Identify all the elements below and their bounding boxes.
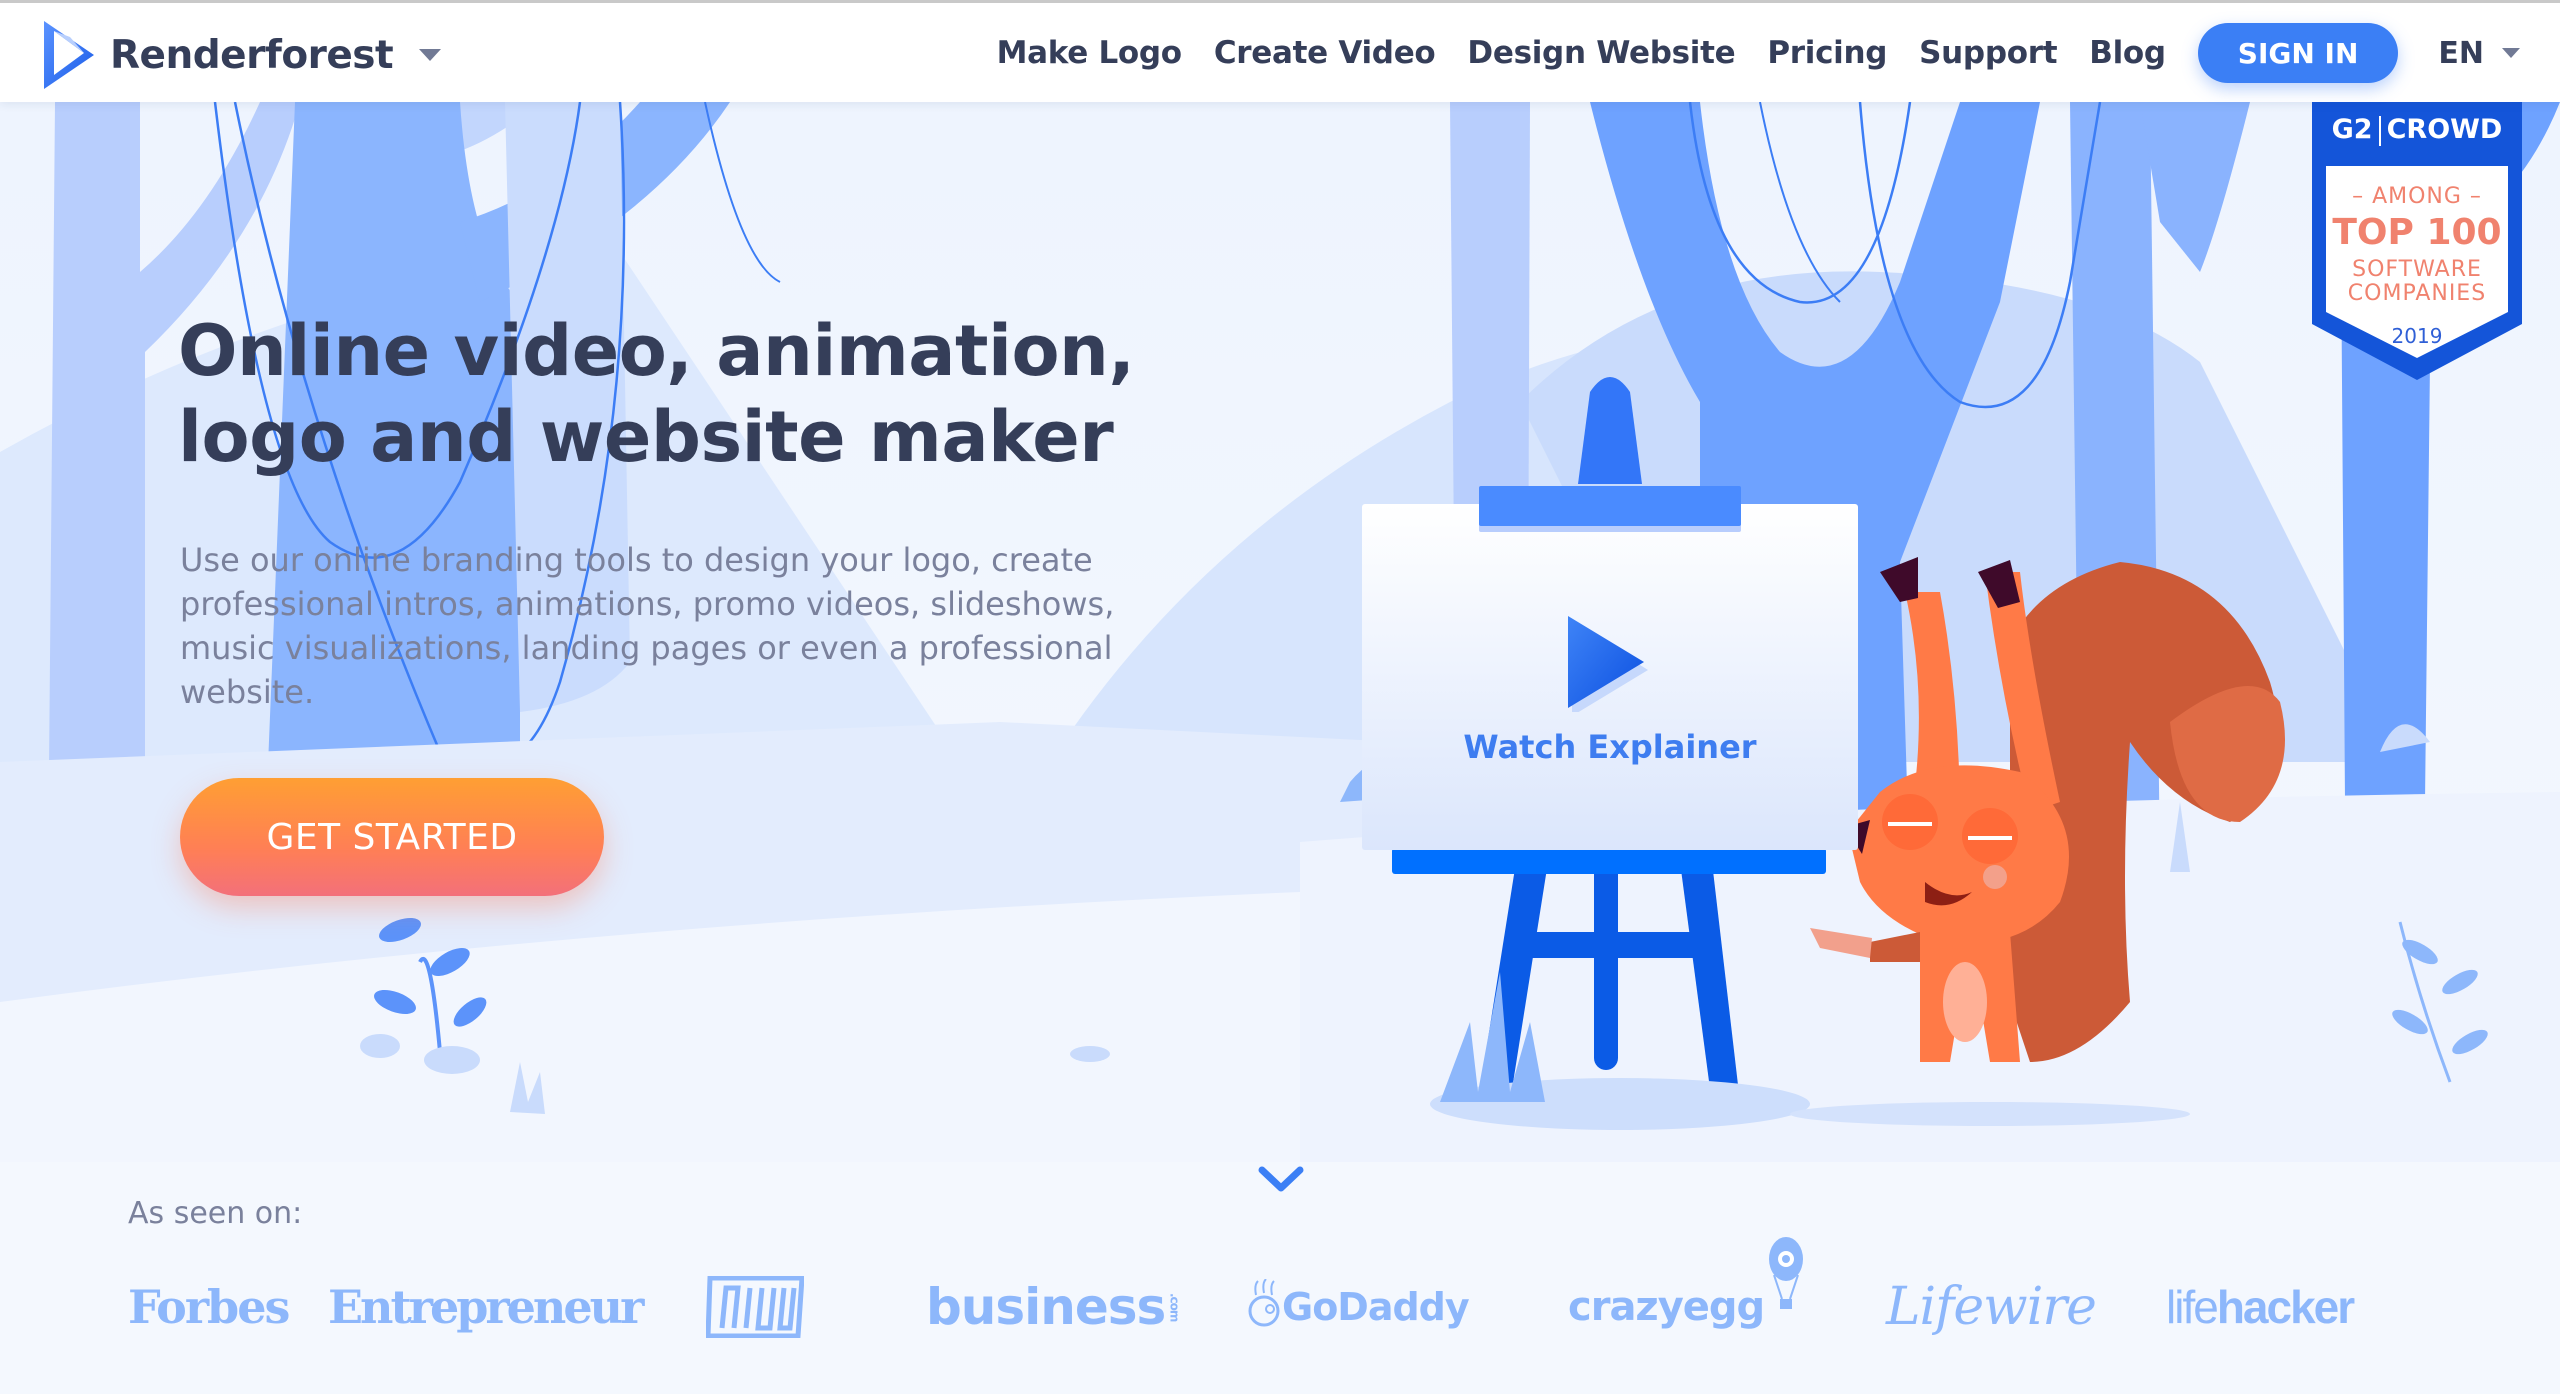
g2-icon: G2 [2331,114,2373,145]
press-logo-forbes: Forbes [128,1280,290,1334]
site-header: Renderforest Make Logo Create Video Desi… [0,0,2560,102]
godaddy-logo-text: GoDaddy [1282,1285,1470,1329]
nav-design-website[interactable]: Design Website [1467,35,1735,71]
chevron-down-icon[interactable] [1256,1162,1306,1196]
g2-crowd-badge[interactable]: G2 CROWD – AMONG – TOP 100 SOFTWARE COMPA… [2312,102,2522,382]
badge-year: 2019 [2391,324,2443,348]
brand-logo[interactable]: Renderforest [40,17,442,93]
press-logo-godaddy: GoDaddy [1248,1262,1470,1352]
badge-subtitle: SOFTWARE COMPANIES [2312,258,2522,306]
badge-brand-word: CROWD [2386,114,2503,145]
language-caret-icon [2502,48,2520,58]
muo-logo-icon [706,1276,804,1338]
nav-blog[interactable]: Blog [2089,35,2166,71]
brand-name: Renderforest [110,32,394,78]
language-label: EN [2438,35,2484,71]
sign-in-button[interactable]: SIGN IN [2197,23,2399,83]
nav-create-video[interactable]: Create Video [1214,35,1436,71]
crazyegg-logo-text: crazyegg [1568,1284,1765,1330]
press-logo-entrepreneur: Entrepreneur [328,1280,644,1334]
badge-among: – AMONG – [2352,184,2482,209]
nav-pricing[interactable]: Pricing [1767,35,1887,71]
easel-clip [1479,486,1741,526]
play-icon [1568,616,1648,712]
lifehacker-logo-text-b: hacker [2216,1281,2355,1333]
get-started-button[interactable]: GET STARTED [180,778,604,896]
watch-explainer-label: Watch Explainer [1463,728,1757,766]
hero-title-line1: Online video, animation, [178,310,1135,392]
press-logo-muo [706,1262,804,1352]
nav-make-logo[interactable]: Make Logo [997,35,1183,71]
language-selector[interactable]: EN [2438,36,2520,71]
hero-title-line2: logo and website maker [178,396,1114,478]
main-nav: Make Logo Create Video Design Website Pr… [965,3,2520,103]
business-logo-text: business [926,1278,1166,1336]
watch-explainer-button[interactable]: Watch Explainer [1362,486,1858,850]
badge-top: TOP 100 [2332,212,2502,253]
press-logo-business: business .com [926,1262,1181,1352]
easel-shelf [1392,848,1826,874]
crazyegg-balloon-icon [1769,1237,1804,1309]
badge-divider [2378,115,2381,146]
godaddy-mascot-icon [1248,1279,1280,1327]
press-logo-lifewire: Lifewire [1886,1277,2097,1337]
brand-dropdown-caret-icon[interactable] [419,49,442,61]
press-logo-lifehacker: life hacker [2166,1262,2355,1352]
press-logo-crazyegg: crazyegg [1568,1237,1806,1352]
as-seen-on-label: As seen on: [128,1196,303,1231]
badge-companies: COMPANIES [2347,281,2487,306]
nav-support[interactable]: Support [1919,35,2057,71]
lifehacker-logo-text-a: life [2166,1281,2219,1333]
renderforest-logo-icon [44,21,94,89]
badge-brand: G2 CROWD [2312,114,2522,146]
badge-software: SOFTWARE [2352,257,2482,282]
hero-description: Use our online branding tools to design … [180,541,1115,711]
hero-title: Online video, animation, logo and websit… [178,308,1138,480]
business-logo-suffix: .com [1167,1292,1182,1322]
